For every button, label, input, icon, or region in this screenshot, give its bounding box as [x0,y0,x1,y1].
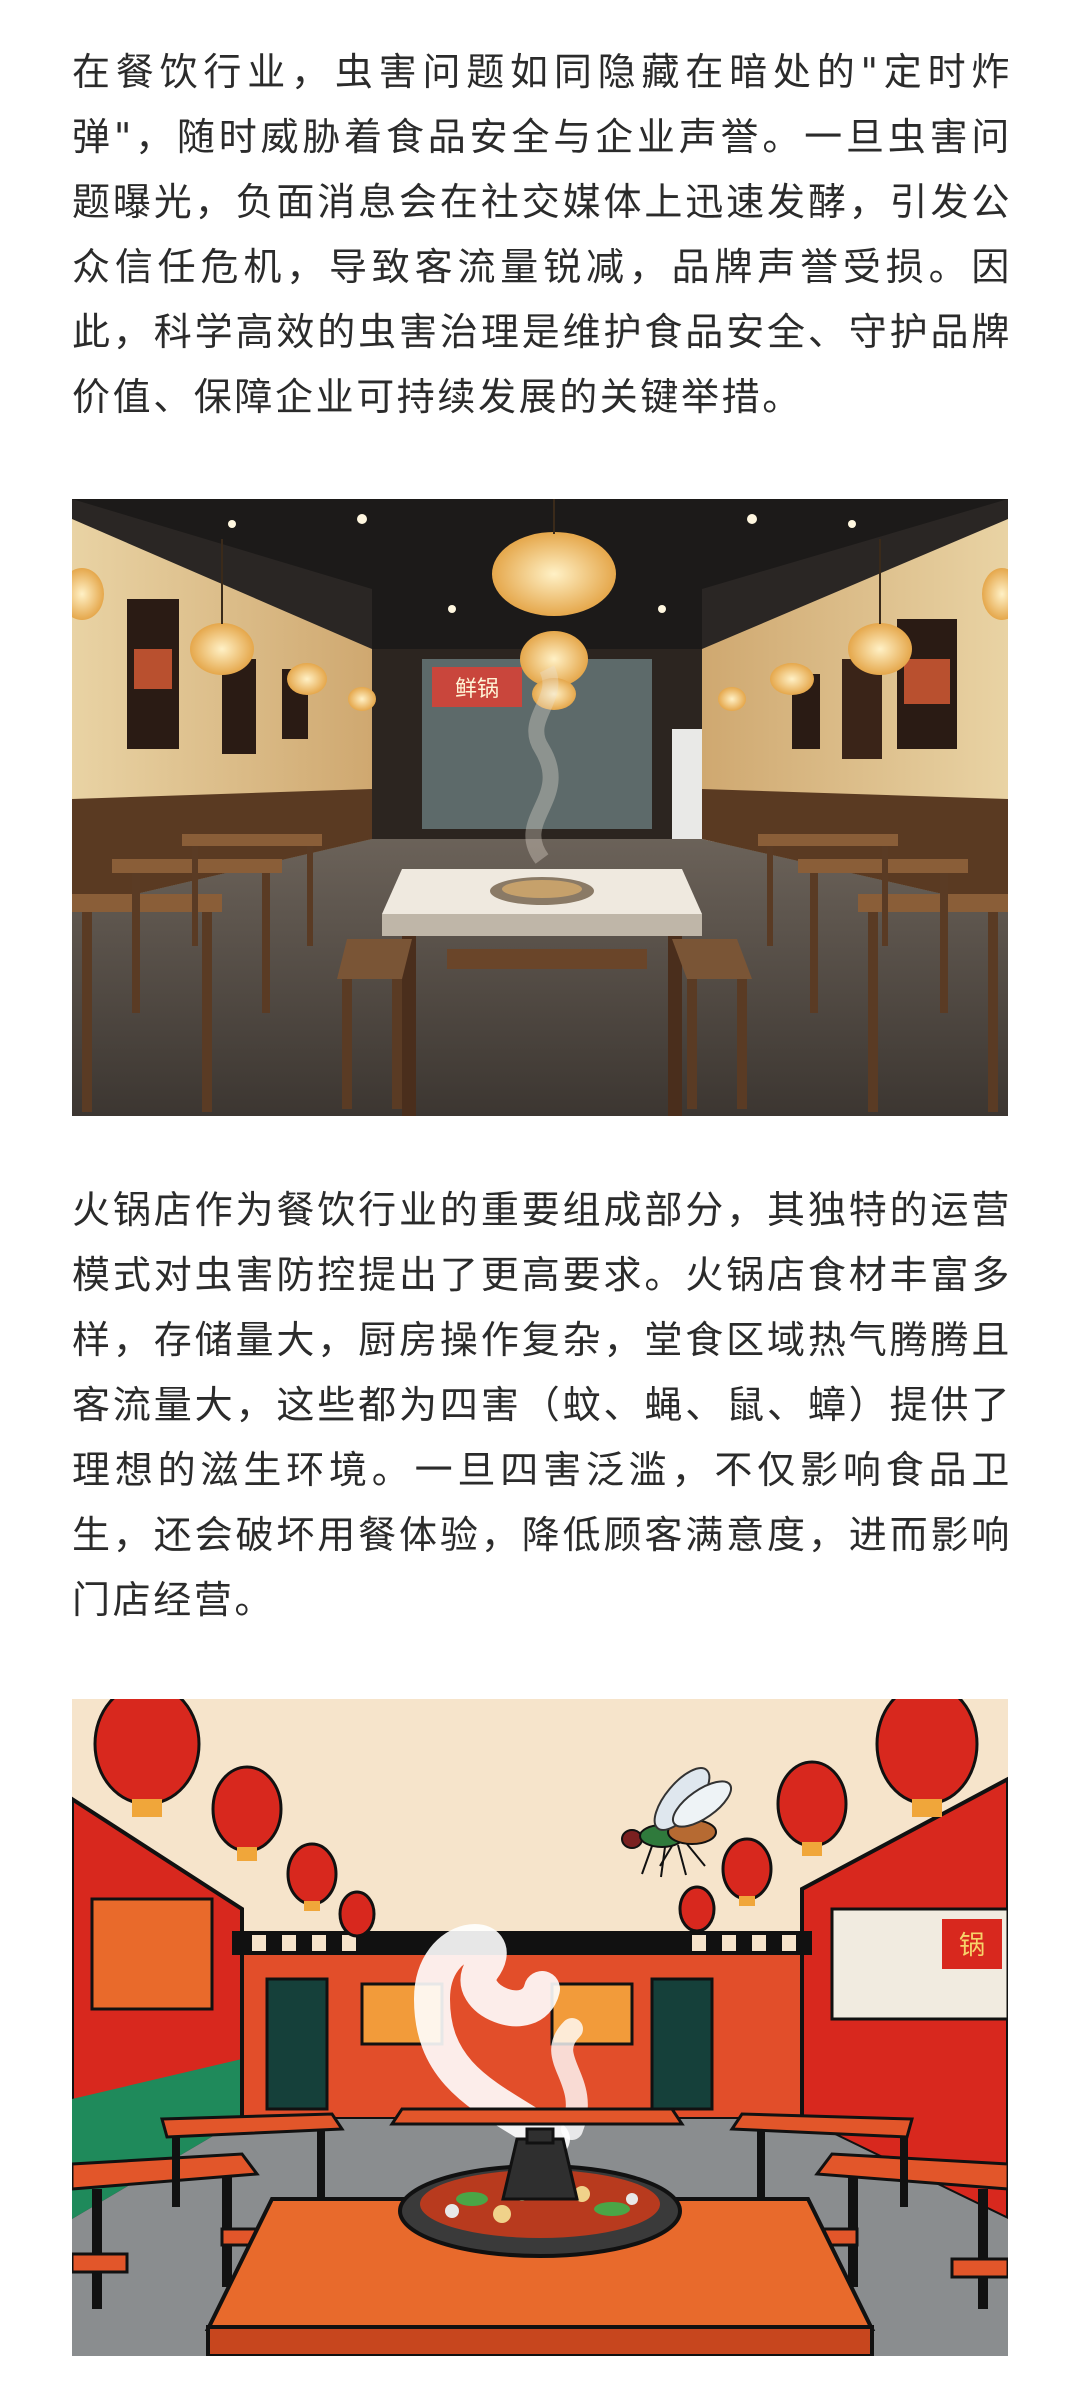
paragraph-intro: 在餐饮行业，虫害问题如同隐藏在暗处的"定时炸弹"，随时威胁着食品安全与企业声誉。… [72,50,1012,419]
hotpot-illustration-graphic: 锅 [72,1699,1008,2356]
restaurant-photo: 鲜锅 [72,499,1008,1116]
restaurant-photo-graphic: 鲜锅 [72,499,1008,1116]
shop-sign-text: 鲜锅 [455,677,499,702]
hotpot-fly-illustration: 锅 [72,1699,1008,2356]
paragraph-hotpot: 火锅店作为餐饮行业的重要组成部分，其独特的运营模式对虫害防控提出了更高要求。火锅… [72,1188,1012,1622]
shop-sign-text-2: 锅 [959,1931,985,1961]
